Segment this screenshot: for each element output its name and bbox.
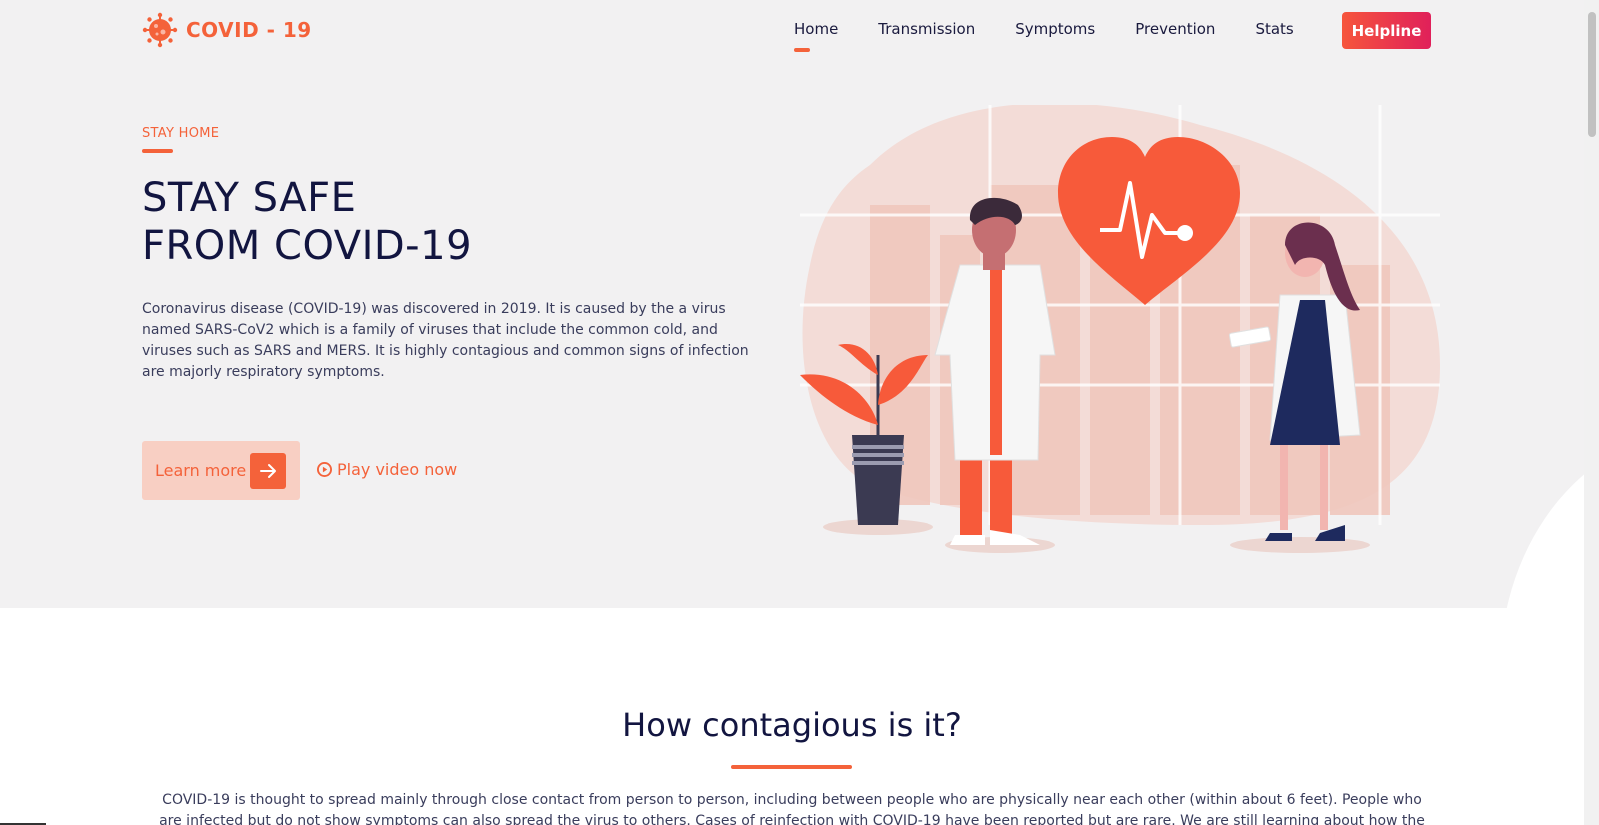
learn-more-label: Learn more [155, 461, 247, 480]
brand-name: COVID - 19 [186, 18, 312, 42]
page-scrollbar[interactable] [1584, 0, 1599, 825]
eyebrow-underline [142, 149, 173, 153]
section-title-underline [731, 765, 852, 769]
headline-line-1: STAY SAFE [142, 175, 357, 221]
nav-transmission[interactable]: Transmission [878, 20, 975, 38]
doctors-heart-illustration [800, 105, 1440, 553]
nav-home[interactable]: Home [794, 20, 838, 52]
play-video-label: Play video now [337, 460, 458, 479]
main-menu: Home Transmission Symptoms Prevention St… [794, 20, 1334, 52]
hero-curve-decoration [1500, 430, 1584, 608]
hero-intro-text: Coronavirus disease (COVID-19) was disco… [142, 301, 749, 380]
play-circle-icon [317, 462, 332, 477]
nav-symptoms[interactable]: Symptoms [1015, 20, 1095, 38]
headline-line-2: FROM COVID-19 [142, 223, 473, 269]
helpline-button[interactable]: Helpline [1342, 12, 1431, 49]
virus-icon [142, 12, 178, 48]
nav-stats[interactable]: Stats [1255, 20, 1293, 38]
contagious-paragraph: COVID-19 is thought to spread mainly thr… [159, 792, 1425, 825]
arrow-right-icon [250, 453, 286, 489]
play-video-link[interactable]: Play video now [317, 460, 457, 479]
top-navbar: COVID - 19 Home Transmission Symptoms Pr… [0, 0, 1584, 60]
hero-section: COVID - 19 Home Transmission Symptoms Pr… [0, 0, 1584, 608]
hero-headline: STAY SAFE FROM COVID-19 [142, 174, 472, 270]
nav-prevention[interactable]: Prevention [1135, 20, 1215, 38]
scrollbar-thumb[interactable] [1588, 12, 1596, 137]
hero-eyebrow: STAY HOME [142, 126, 220, 141]
section-title-contagious: How contagious is it? [622, 706, 962, 744]
brand-logo[interactable]: COVID - 19 [142, 12, 312, 48]
learn-more-button[interactable]: Learn more [142, 441, 300, 500]
